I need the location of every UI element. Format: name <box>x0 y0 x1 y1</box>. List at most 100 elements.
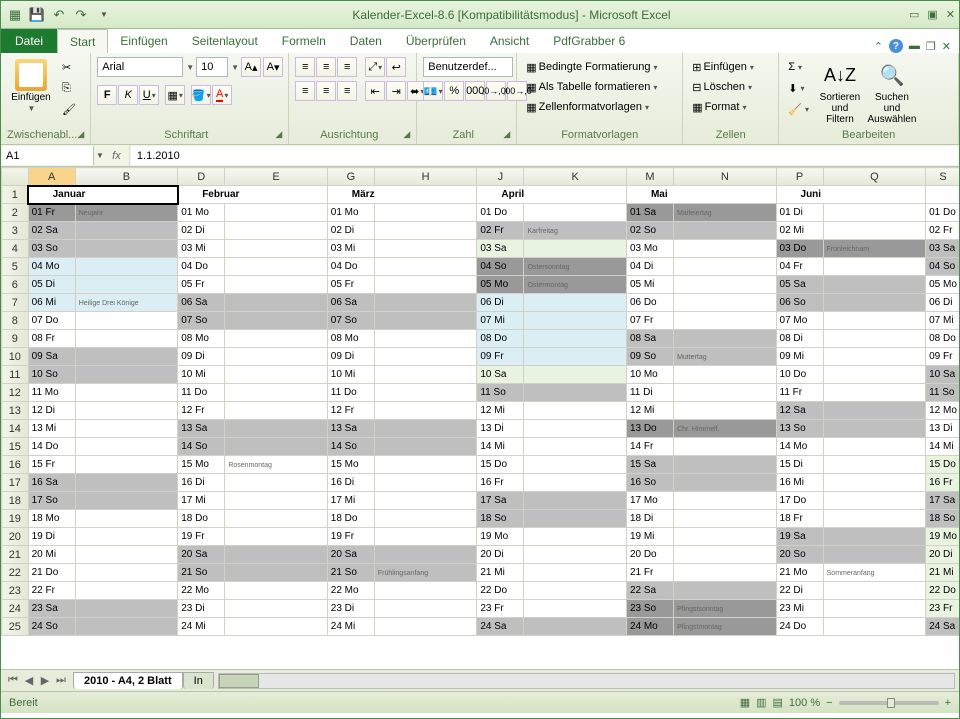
calendar-cell[interactable]: 05 Fr <box>327 276 374 294</box>
calendar-note[interactable] <box>823 258 925 276</box>
calendar-cell[interactable]: 17 Sa <box>477 492 524 510</box>
calendar-cell[interactable]: 09 Mi <box>776 348 823 366</box>
calendar-note[interactable] <box>225 420 327 438</box>
calendar-cell[interactable]: 21 Mo <box>776 564 823 582</box>
calendar-cell[interactable]: 13 Di <box>926 420 959 438</box>
excel-icon[interactable]: ▦ <box>5 5 25 25</box>
calendar-cell[interactable]: 17 Mi <box>178 492 225 510</box>
sort-filter-button[interactable]: A↓Z Sortieren und Filtern <box>816 57 864 127</box>
calendar-note[interactable] <box>225 528 327 546</box>
calendar-note[interactable] <box>524 618 626 636</box>
doc-minimize-icon[interactable]: ▬ <box>909 40 920 52</box>
horizontal-scrollbar[interactable] <box>218 673 955 689</box>
calendar-cell[interactable]: 02 Mi <box>776 222 823 240</box>
row-header[interactable]: 14 <box>2 420 29 438</box>
calendar-note[interactable] <box>524 564 626 582</box>
calendar-cell[interactable]: 22 Fr <box>28 582 75 600</box>
col-header[interactable]: N <box>674 168 776 186</box>
calendar-note[interactable]: Ostersonntag <box>524 258 626 276</box>
calendar-note[interactable]: Rosenmontag <box>225 456 327 474</box>
calendar-note[interactable] <box>524 456 626 474</box>
calendar-note[interactable]: Maifeiertag <box>674 204 776 222</box>
calendar-cell[interactable]: 19 Sa <box>776 528 823 546</box>
calendar-cell[interactable]: 13 Sa <box>178 420 225 438</box>
calendar-note[interactable] <box>674 402 776 420</box>
calendar-cell[interactable]: 23 Sa <box>28 600 75 618</box>
calendar-cell[interactable]: 02 Fr <box>926 222 959 240</box>
calendar-note[interactable] <box>823 510 925 528</box>
zoom-level[interactable]: 100 % <box>789 697 820 709</box>
ribbon-tab-einfügen[interactable]: Einfügen <box>108 29 179 53</box>
col-header[interactable]: E <box>225 168 327 186</box>
fill-button[interactable]: ⬇▾ <box>785 78 812 98</box>
calendar-cell[interactable]: 06 So <box>776 294 823 312</box>
calendar-cell[interactable]: 10 So <box>28 366 75 384</box>
calendar-cell[interactable]: 23 Di <box>178 600 225 618</box>
row-header[interactable]: 22 <box>2 564 29 582</box>
calendar-cell[interactable]: 15 Mo <box>178 456 225 474</box>
calendar-cell[interactable]: 18 Mo <box>28 510 75 528</box>
save-icon[interactable]: 💾 <box>27 5 47 25</box>
row-header[interactable]: 20 <box>2 528 29 546</box>
calendar-note[interactable] <box>374 366 476 384</box>
calendar-cell[interactable]: 07 So <box>327 312 374 330</box>
calendar-note[interactable] <box>524 438 626 456</box>
row-header[interactable]: 19 <box>2 510 29 528</box>
font-name-combo[interactable]: Arial <box>97 57 183 77</box>
bold-button[interactable]: F <box>97 85 117 105</box>
calendar-cell[interactable]: 12 Sa <box>776 402 823 420</box>
row-header[interactable]: 4 <box>2 240 29 258</box>
calendar-cell[interactable]: 22 Mo <box>178 582 225 600</box>
calendar-cell[interactable]: 02 Sa <box>28 222 75 240</box>
copy-button[interactable]: ⎘ <box>59 78 79 98</box>
calendar-cell[interactable]: 10 Mo <box>626 366 673 384</box>
calendar-cell[interactable]: 24 Do <box>776 618 823 636</box>
calendar-cell[interactable]: 07 Mo <box>776 312 823 330</box>
calendar-cell[interactable]: 21 So <box>178 564 225 582</box>
calendar-cell[interactable]: 20 So <box>776 546 823 564</box>
calendar-note[interactable] <box>374 474 476 492</box>
row-header[interactable]: 8 <box>2 312 29 330</box>
calendar-note[interactable] <box>225 582 327 600</box>
calendar-note[interactable] <box>225 510 327 528</box>
calendar-note[interactable]: Sommeranfang <box>823 564 925 582</box>
month-header[interactable]: April <box>477 186 627 204</box>
calendar-note[interactable] <box>374 258 476 276</box>
calendar-cell[interactable]: 08 Mo <box>327 330 374 348</box>
underline-button[interactable]: U▾ <box>139 85 159 105</box>
calendar-note[interactable] <box>674 276 776 294</box>
calendar-note[interactable] <box>75 528 177 546</box>
calendar-cell[interactable]: 24 Mi <box>327 618 374 636</box>
ribbon-tab-überprüfen[interactable]: Überprüfen <box>394 29 478 53</box>
calendar-note[interactable] <box>524 204 626 222</box>
calendar-note[interactable] <box>674 546 776 564</box>
calendar-cell[interactable]: 22 Di <box>776 582 823 600</box>
calendar-note[interactable] <box>374 294 476 312</box>
calendar-note[interactable] <box>374 276 476 294</box>
calendar-cell[interactable]: 14 So <box>327 438 374 456</box>
ribbon-tab-formeln[interactable]: Formeln <box>270 29 338 53</box>
calendar-note[interactable] <box>823 438 925 456</box>
calendar-note[interactable] <box>674 492 776 510</box>
autosum-button[interactable]: Σ▾ <box>785 57 812 77</box>
find-select-button[interactable]: 🔍 Suchen und Auswählen <box>868 57 916 127</box>
row-header[interactable]: 25 <box>2 618 29 636</box>
calendar-note[interactable] <box>674 294 776 312</box>
delete-cells-button[interactable]: ⊟Löschen▾ <box>689 77 755 97</box>
calendar-note[interactable] <box>524 312 626 330</box>
calendar-cell[interactable]: 16 Fr <box>477 474 524 492</box>
calendar-note[interactable] <box>374 240 476 258</box>
calendar-cell[interactable]: 06 Sa <box>327 294 374 312</box>
calendar-note[interactable] <box>75 330 177 348</box>
calendar-note[interactable] <box>524 546 626 564</box>
calendar-cell[interactable]: 04 Do <box>178 258 225 276</box>
row-header[interactable]: 23 <box>2 582 29 600</box>
calendar-cell[interactable]: 15 Do <box>926 456 959 474</box>
calendar-note[interactable]: Ostermontag <box>524 276 626 294</box>
calendar-cell[interactable]: 23 Fr <box>926 600 959 618</box>
calendar-cell[interactable]: 20 Sa <box>327 546 374 564</box>
calendar-cell[interactable]: 08 Mo <box>178 330 225 348</box>
grow-font-button[interactable]: A▴ <box>241 57 261 77</box>
ribbon-tab-daten[interactable]: Daten <box>338 29 394 53</box>
calendar-cell[interactable]: 03 Mi <box>327 240 374 258</box>
